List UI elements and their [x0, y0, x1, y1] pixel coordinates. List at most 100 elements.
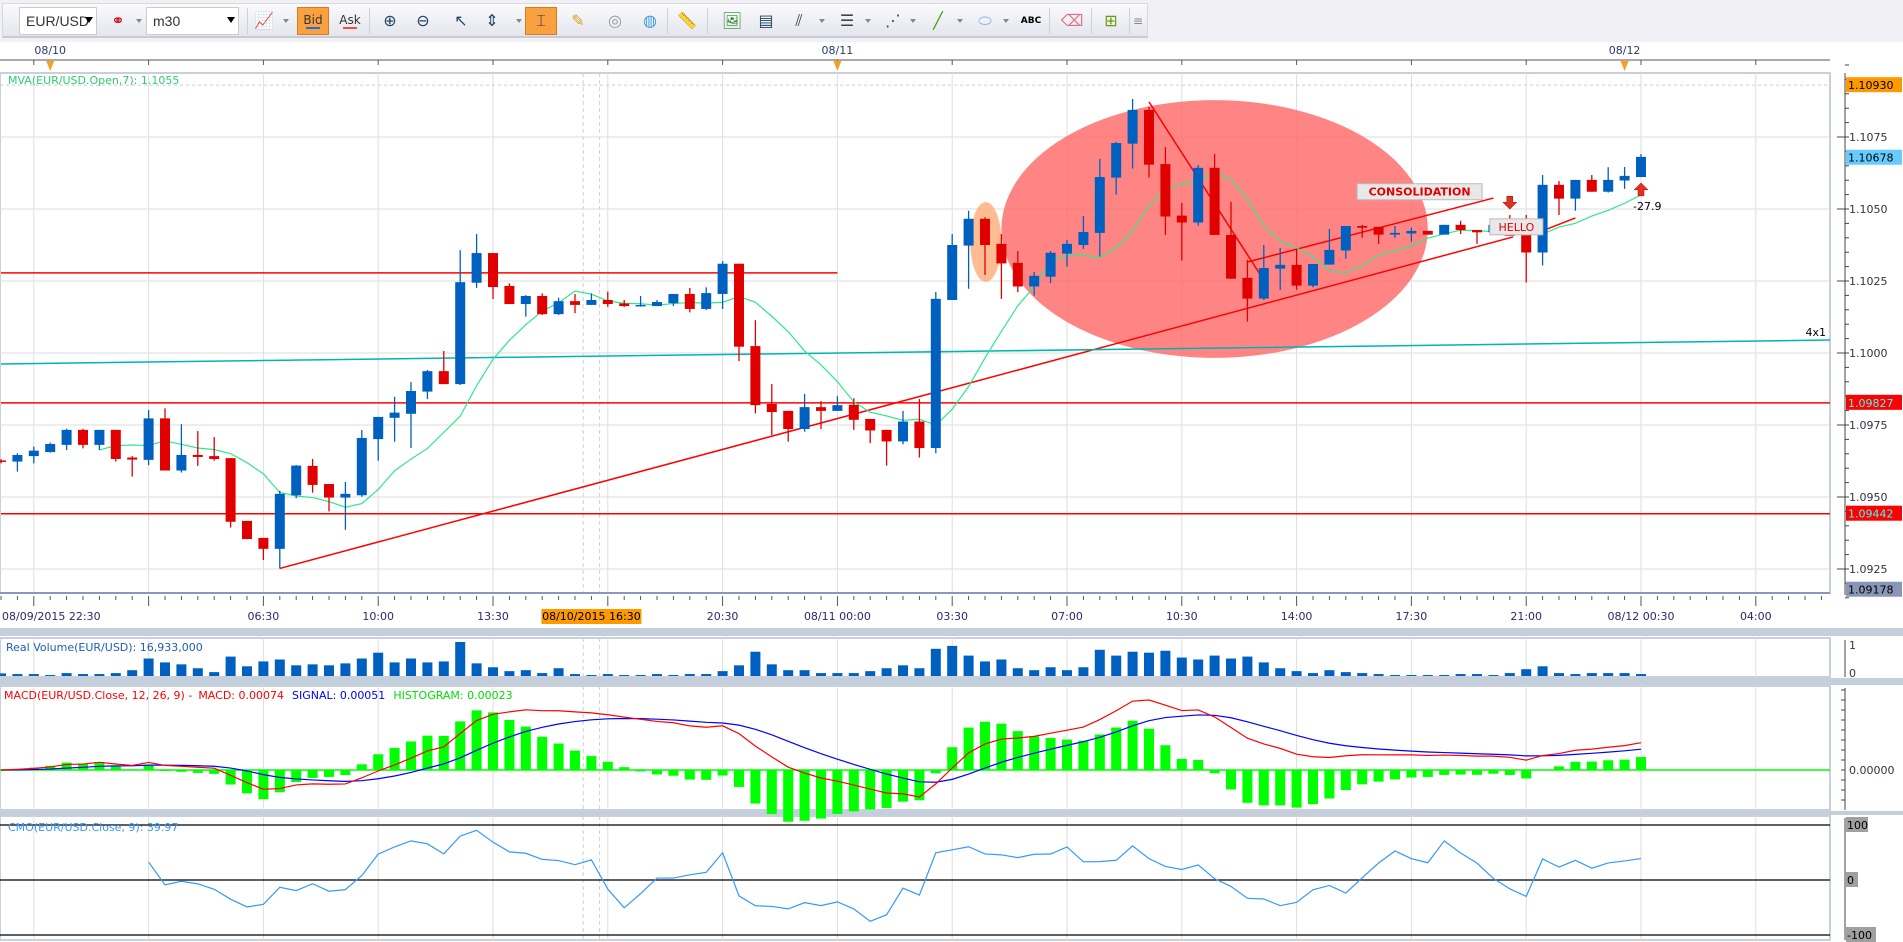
candle-body [1373, 226, 1384, 235]
candle-body [1160, 164, 1171, 217]
lines-tool-icon[interactable]: ⫽ [788, 7, 810, 35]
crosshair-time-label: 08/10/2015 16:30 [542, 610, 641, 623]
ruler-icon[interactable]: 📏 [676, 7, 698, 35]
candle-body [307, 465, 318, 485]
volume-bar [1570, 674, 1581, 676]
volume-bar [1586, 673, 1597, 676]
candle [1439, 224, 1450, 235]
ellipse-dropdown-arrow[interactable] [1003, 19, 1009, 23]
volume-bar [438, 661, 449, 676]
volume-bar [422, 662, 433, 676]
link-chart-icon[interactable]: ⚭ [107, 7, 129, 35]
candle-body [143, 418, 154, 460]
text-tool-button[interactable]: ABC [1019, 7, 1043, 35]
volume-bar [12, 674, 23, 676]
y-axis-label: 1.1025 [1849, 275, 1888, 288]
link-dropdown-arrow[interactable] [136, 19, 142, 23]
symbol-select[interactable]: EUR/USD [19, 7, 97, 35]
histogram-bar [160, 770, 170, 771]
chart-type-icon[interactable]: 📈 [254, 7, 274, 35]
candle-body [717, 263, 728, 294]
fan-dropdown-arrow[interactable] [910, 19, 916, 23]
volume-bar [816, 673, 826, 676]
panel-separator [0, 811, 1903, 815]
histogram-bar [1472, 770, 1482, 775]
volume-bar [110, 673, 121, 676]
fibonacci-tool-icon[interactable]: ☰ [836, 7, 858, 35]
candle-body [1045, 252, 1056, 277]
candle-body [930, 298, 941, 449]
candle-body [570, 301, 580, 305]
histogram-bar [1324, 770, 1335, 799]
candle-body [766, 403, 777, 413]
candle [1422, 230, 1433, 235]
histogram-bar [1160, 745, 1171, 770]
symbol-value: EUR/USD [26, 13, 90, 29]
candle-body [1062, 243, 1072, 254]
volume-bar [783, 670, 794, 676]
histogram-bar [1258, 770, 1269, 806]
histogram-bar [586, 756, 597, 770]
volume-bar [1193, 659, 1204, 676]
zoom-out-icon[interactable]: ⊖ [412, 7, 434, 35]
eraser-icon[interactable]: ⌫ [1061, 7, 1084, 35]
fan-tool-icon[interactable]: ⋰ [882, 7, 904, 35]
globe-icon[interactable]: ◍ [639, 7, 661, 35]
volume-bar [258, 661, 269, 676]
candle-body [865, 418, 876, 431]
volume-bar [1340, 672, 1351, 676]
candle [537, 293, 548, 315]
histogram-bar [110, 766, 121, 770]
time-axis-label: 07:00 [1051, 610, 1083, 623]
candle-body [1439, 224, 1450, 235]
candle-body [422, 371, 433, 392]
volume-bar [356, 658, 367, 676]
histogram-bar [1275, 770, 1286, 806]
zoom-cursor-icon[interactable]: ↖ [450, 7, 472, 35]
volume-bar [520, 670, 531, 676]
chart-template-icon[interactable]: ▤ [755, 7, 777, 35]
candle-body [1406, 230, 1417, 234]
fibonacci-dropdown-arrow[interactable] [865, 19, 871, 23]
histogram-bar [1521, 770, 1532, 779]
properties-icon[interactable]: ✎ [567, 7, 589, 35]
line-tool-icon[interactable]: ╱ [927, 7, 949, 35]
histogram-bar [1636, 757, 1646, 770]
volume-bar [1078, 667, 1089, 676]
volume-bar [28, 674, 39, 676]
time-axis-label: 08/09/2015 22:30 [2, 610, 101, 623]
hide-icon[interactable]: ◎ [604, 7, 626, 35]
volume-bar [242, 666, 252, 676]
add-image-icon[interactable]: 🖼 [721, 7, 743, 35]
bid-button[interactable]: Bid [297, 7, 329, 35]
candle-body [734, 263, 744, 347]
price-marker-label: 1.09827 [1848, 397, 1894, 410]
hierarchy-icon[interactable]: ⊞ [1100, 7, 1122, 35]
histogram-bar [750, 770, 761, 804]
volume-bar [1258, 662, 1269, 676]
volume-bar [455, 642, 466, 676]
chevron-down-icon [85, 17, 93, 23]
zoom-fit-icon[interactable]: ⇕ [481, 7, 503, 35]
crosshair-icon[interactable]: ⌶ [525, 7, 557, 35]
chart-type-dropdown-arrow[interactable] [283, 19, 289, 23]
candle-body [619, 303, 630, 307]
toolbar-overflow-icon[interactable]: ≡ [1131, 7, 1145, 35]
candle-body [1357, 225, 1368, 228]
ellipse-tool-icon[interactable]: ⬭ [974, 7, 996, 35]
y-axis-label: 1.0975 [1849, 419, 1888, 432]
volume-bar [914, 668, 925, 676]
histogram-bar [1390, 770, 1400, 780]
line-dropdown-arrow[interactable] [957, 19, 963, 23]
time-axis-label: 10:30 [1166, 610, 1198, 623]
volume-bar [0, 673, 6, 676]
lines-dropdown-arrow[interactable] [819, 19, 825, 23]
timeframe-select[interactable]: m30 [146, 7, 239, 35]
bid-label: Bid [303, 13, 323, 27]
zoom-dropdown-arrow[interactable] [516, 19, 522, 23]
candle-body [127, 457, 138, 460]
ask-button[interactable]: Ask [337, 7, 363, 35]
zoom-in-icon[interactable]: ⊕ [379, 7, 401, 35]
chart-area[interactable]: 4x1 CONSOLIDATION HELLO -27.9 1.1075 1.1050 1… [0, 40, 1903, 942]
volume-bar [1472, 674, 1482, 676]
